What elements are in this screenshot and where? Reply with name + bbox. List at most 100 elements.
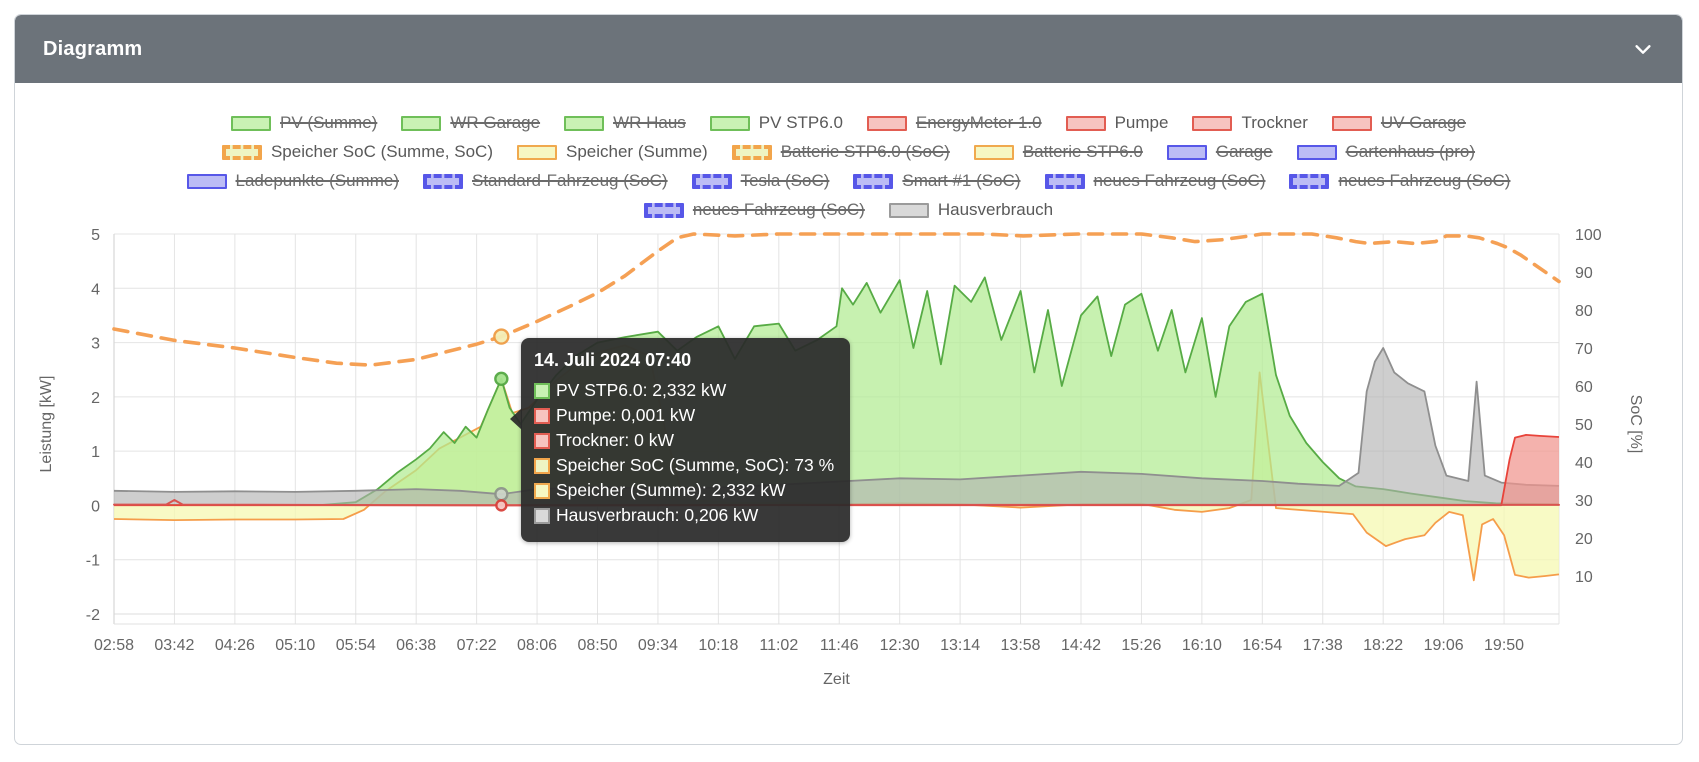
tooltip-swatch xyxy=(534,457,550,474)
svg-text:30: 30 xyxy=(1575,493,1593,510)
legend-item[interactable]: PV STP6.0 xyxy=(709,113,843,133)
svg-text:09:34: 09:34 xyxy=(638,637,678,654)
legend-item[interactable]: neues Fahrzeug (SoC) xyxy=(643,200,865,220)
legend-item[interactable]: EnergyMeter 1.0 xyxy=(866,113,1042,133)
svg-text:1: 1 xyxy=(91,444,100,461)
legend-swatch xyxy=(401,115,442,131)
tooltip-label: Speicher (Summe): 2,332 kW xyxy=(556,480,786,500)
tooltip-rows: PV STP6.0: 2,332 kW Pumpe: 0,001 kW Trockn… xyxy=(534,380,834,526)
legend-label: UV Garage xyxy=(1380,113,1466,132)
legend-label: Gartenhaus (pro) xyxy=(1345,142,1476,161)
legend-label: neues Fahrzeug (SoC) xyxy=(1338,171,1511,190)
legend-label: WR Haus xyxy=(613,113,686,132)
svg-text:16:54: 16:54 xyxy=(1242,637,1282,654)
svg-text:Leistung [kW]: Leistung [kW] xyxy=(38,376,55,473)
svg-text:SoC [%]: SoC [%] xyxy=(1627,395,1644,454)
svg-text:-2: -2 xyxy=(86,607,100,624)
legend-label: Batterie STP6.0 (SoC) xyxy=(780,142,950,161)
legend-swatch xyxy=(691,173,732,189)
legend-label: Hausverbrauch xyxy=(937,200,1054,219)
panel-body: PV (Summe) WR Garage WR Haus PV STP6.0 Energ… xyxy=(15,83,1682,706)
svg-text:04:26: 04:26 xyxy=(215,637,255,654)
svg-text:3: 3 xyxy=(91,336,100,353)
svg-text:02:58: 02:58 xyxy=(94,637,134,654)
legend-label: WR Garage xyxy=(450,113,541,132)
tooltip-label: PV STP6.0: 2,332 kW xyxy=(556,380,727,400)
svg-text:100: 100 xyxy=(1575,227,1602,244)
legend-swatch xyxy=(1331,115,1372,131)
svg-text:10: 10 xyxy=(1575,569,1593,586)
legend-item[interactable]: Ladepunkte (Summe) xyxy=(186,171,399,191)
tooltip-label: Hausverbrauch: 0,206 kW xyxy=(556,505,759,525)
svg-text:16:10: 16:10 xyxy=(1182,637,1222,654)
svg-text:11:46: 11:46 xyxy=(820,637,859,654)
tooltip-label: Speicher SoC (Summe, SoC): 73 % xyxy=(556,455,835,475)
legend-item[interactable]: neues Fahrzeug (SoC) xyxy=(1044,171,1266,191)
legend-swatch xyxy=(853,173,894,189)
tooltip-swatch xyxy=(534,482,550,499)
svg-text:50: 50 xyxy=(1575,417,1593,434)
legend-swatch xyxy=(1296,144,1337,160)
tooltip-swatch xyxy=(534,382,550,399)
tooltip-label: Pumpe: 0,001 kW xyxy=(556,405,696,425)
legend-item[interactable]: WR Haus xyxy=(564,113,686,133)
tooltip-row: Hausverbrauch: 0,206 kW xyxy=(534,505,834,526)
tooltip-title: 14. Juli 2024 07:40 xyxy=(534,350,692,370)
tooltip-label: Trockner: 0 kW xyxy=(556,430,674,450)
svg-text:0: 0 xyxy=(91,498,100,515)
svg-text:10:18: 10:18 xyxy=(698,637,738,654)
legend-item[interactable]: Batterie STP6.0 (SoC) xyxy=(731,142,950,162)
tooltip-swatch xyxy=(534,432,550,449)
legend-swatch xyxy=(888,202,929,218)
chart-tooltip: 14. Juli 2024 07:40 PV STP6.0: 2,332 kW P… xyxy=(510,338,851,542)
diagram-panel: Diagramm PV (Summe) WR Garage WR Haus PV ST… xyxy=(14,14,1683,745)
legend-label: PV (Summe) xyxy=(280,113,378,132)
legend-swatch xyxy=(1044,173,1085,189)
legend-label: PV STP6.0 xyxy=(758,113,843,132)
legend-label: neues Fahrzeug (SoC) xyxy=(692,200,865,219)
legend-swatch xyxy=(1166,144,1207,160)
legend-label: Speicher SoC (Summe, SoC) xyxy=(270,142,493,161)
legend-item[interactable]: Tesla (SoC) xyxy=(691,171,830,191)
svg-text:11:02: 11:02 xyxy=(759,637,798,654)
svg-text:60: 60 xyxy=(1575,379,1593,396)
svg-text:13:58: 13:58 xyxy=(1001,637,1041,654)
svg-text:2: 2 xyxy=(91,390,100,407)
legend-swatch xyxy=(1289,173,1330,189)
panel-title: Diagramm xyxy=(43,37,143,60)
svg-text:19:06: 19:06 xyxy=(1424,637,1464,654)
legend-item[interactable]: Garage xyxy=(1166,142,1273,162)
legend-item[interactable]: Trockner xyxy=(1192,113,1308,133)
svg-text:12:30: 12:30 xyxy=(880,637,920,654)
legend-item[interactable]: Smart #1 (SoC) xyxy=(853,171,1021,191)
chevron-down-icon[interactable] xyxy=(1632,38,1654,60)
legend-item[interactable]: Gartenhaus (pro) xyxy=(1296,142,1476,162)
legend-label: Batterie STP6.0 xyxy=(1022,142,1143,161)
legend-item[interactable]: UV Garage xyxy=(1331,113,1466,133)
legend-swatch xyxy=(643,202,684,218)
legend-item[interactable]: Hausverbrauch xyxy=(888,200,1054,220)
legend-label: neues Fahrzeug (SoC) xyxy=(1093,171,1266,190)
legend-label: Tesla (SoC) xyxy=(740,171,830,190)
legend-swatch xyxy=(866,115,907,131)
legend-item[interactable]: Speicher (Summe) xyxy=(517,142,708,162)
legend-item[interactable]: Standard-Fahrzeug (SoC) xyxy=(423,171,668,191)
legend-item[interactable]: Speicher SoC (Summe, SoC) xyxy=(221,142,493,162)
page: Diagramm PV (Summe) WR Garage WR Haus PV ST… xyxy=(0,0,1699,762)
svg-text:80: 80 xyxy=(1575,303,1593,320)
svg-text:08:50: 08:50 xyxy=(577,637,617,654)
svg-text:4: 4 xyxy=(91,281,100,298)
legend-item[interactable]: neues Fahrzeug (SoC) xyxy=(1289,171,1510,191)
legend-item[interactable]: Batterie STP6.0 xyxy=(973,142,1143,162)
legend-item[interactable]: Pumpe xyxy=(1065,113,1169,133)
tooltip-caret xyxy=(510,408,522,430)
legend-label: Pumpe xyxy=(1114,113,1169,132)
legend-swatch xyxy=(221,144,262,160)
legend-item[interactable]: WR Garage xyxy=(401,113,540,133)
svg-text:40: 40 xyxy=(1575,455,1593,472)
legend-item[interactable]: PV (Summe) xyxy=(231,113,377,133)
chart-legend: PV (Summe) WR Garage WR Haus PV STP6.0 Energ… xyxy=(154,113,1544,220)
svg-text:5: 5 xyxy=(91,227,100,244)
panel-header[interactable]: Diagramm xyxy=(15,15,1682,83)
svg-text:14:42: 14:42 xyxy=(1061,637,1101,654)
